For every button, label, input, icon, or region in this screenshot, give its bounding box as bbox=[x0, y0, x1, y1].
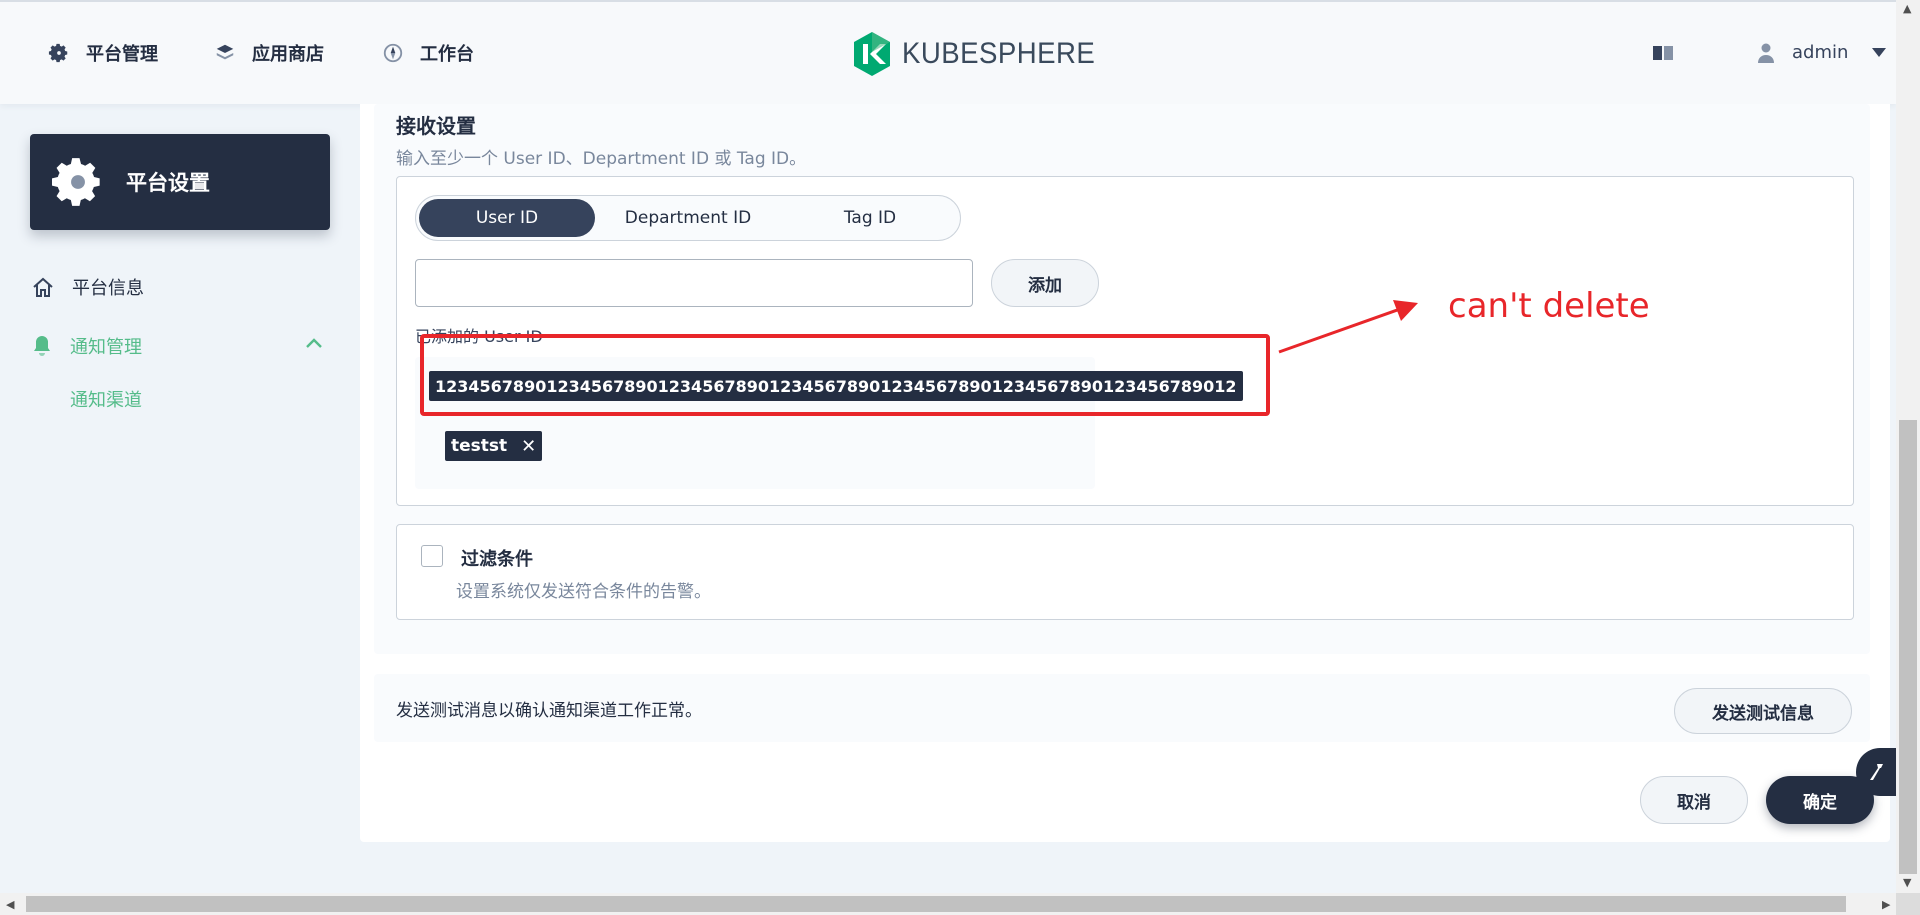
nav-label: 工作台 bbox=[420, 44, 474, 65]
scrollbar-corner bbox=[1896, 893, 1920, 915]
section-title: 接收设置 bbox=[396, 114, 476, 138]
nav-app-store[interactable]: 应用商店 bbox=[214, 40, 324, 66]
added-user-id-label: 已添加的 User ID bbox=[415, 327, 543, 346]
nav-label: 应用商店 bbox=[252, 44, 324, 65]
test-message-text: 发送测试消息以确认通知渠道工作正常。 bbox=[396, 701, 702, 721]
kubesphere-logo[interactable]: KUBESPHERE bbox=[852, 32, 1112, 76]
filter-title: 过滤条件 bbox=[461, 549, 533, 570]
nav-platform-management[interactable]: 平台管理 bbox=[48, 40, 158, 66]
receiver-settings-box: User ID Department ID Tag ID 添加 已添加的 Use… bbox=[396, 176, 1854, 506]
sidebar-item-label: 通知管理 bbox=[70, 337, 142, 358]
toolbox-hammer-icon[interactable] bbox=[1856, 748, 1896, 796]
sidebar-item-platform-info[interactable]: 平台信息 bbox=[32, 274, 144, 300]
sidebar-item-label: 平台信息 bbox=[72, 278, 144, 299]
nav-workbench[interactable]: 工作台 bbox=[382, 40, 474, 66]
user-icon bbox=[1758, 43, 1774, 63]
top-navigation: 平台管理 应用商店 工作台 KUBESPHERE admin bbox=[0, 0, 1896, 104]
annotation-text: can't delete bbox=[1448, 286, 1650, 326]
tag-item: testst ✕ bbox=[445, 431, 543, 461]
scroll-down-arrow-icon[interactable]: ▼ bbox=[1903, 876, 1911, 889]
added-tags-area: 1234567890123456789012345678901234567890… bbox=[415, 357, 1243, 489]
compass-icon bbox=[383, 43, 403, 63]
user-menu[interactable]: admin bbox=[1758, 42, 1887, 63]
documentation-icon[interactable] bbox=[1652, 44, 1674, 66]
vertical-scrollbar-thumb[interactable] bbox=[1899, 420, 1917, 874]
tag-label: 1234567890123456789012345678901234567890… bbox=[435, 376, 1235, 396]
cancel-button[interactable]: 取消 bbox=[1640, 776, 1748, 824]
tab-department-id[interactable]: Department ID bbox=[600, 199, 776, 237]
sidebar-subitem-notification-channel[interactable]: 通知渠道 bbox=[70, 386, 142, 412]
tag-label: testst bbox=[451, 436, 508, 456]
chevron-down-icon bbox=[1872, 48, 1887, 57]
sidebar-card-title: 平台设置 bbox=[126, 171, 210, 195]
test-message-bar: 发送测试消息以确认通知渠道工作正常。 发送测试信息 bbox=[374, 674, 1870, 742]
scroll-up-arrow-icon[interactable]: ▲ bbox=[1903, 2, 1911, 15]
user-name: admin bbox=[1792, 42, 1849, 63]
chevron-up-icon[interactable] bbox=[306, 338, 322, 348]
logo-text: KUBESPHERE bbox=[902, 37, 1096, 70]
gear-icon bbox=[48, 43, 68, 63]
bell-icon bbox=[34, 336, 50, 356]
close-icon[interactable]: ✕ bbox=[521, 436, 536, 457]
scroll-left-arrow-icon[interactable]: ◀ bbox=[6, 898, 14, 911]
tag-item: 1234567890123456789012345678901234567890… bbox=[429, 371, 1243, 401]
scroll-right-arrow-icon[interactable]: ▶ bbox=[1882, 898, 1890, 911]
gear-icon bbox=[52, 158, 100, 206]
section-description: 输入至少一个 User ID、Department ID 或 Tag ID。 bbox=[396, 149, 807, 169]
filter-description: 设置系统仅发送符合条件的告警。 bbox=[456, 582, 711, 602]
send-test-button[interactable]: 发送测试信息 bbox=[1674, 688, 1852, 734]
tab-user-id[interactable]: User ID bbox=[419, 199, 595, 237]
filter-checkbox[interactable] bbox=[421, 545, 443, 567]
layers-icon bbox=[216, 44, 234, 60]
horizontal-scrollbar-thumb[interactable] bbox=[26, 896, 1846, 912]
filter-conditions-box: 过滤条件 设置系统仅发送符合条件的告警。 bbox=[396, 524, 1854, 620]
user-id-input[interactable] bbox=[415, 259, 973, 307]
sidebar-item-notification-management[interactable]: 通知管理 bbox=[32, 333, 142, 359]
kubesphere-logo-icon bbox=[854, 32, 890, 76]
annotation-arrow-icon bbox=[1278, 300, 1418, 354]
nav-label: 平台管理 bbox=[86, 44, 158, 65]
main-panel: 接收设置 输入至少一个 User ID、Department ID 或 Tag … bbox=[360, 104, 1890, 842]
add-button[interactable]: 添加 bbox=[991, 259, 1099, 307]
id-type-tabs: User ID Department ID Tag ID bbox=[415, 195, 961, 241]
home-icon bbox=[33, 277, 53, 297]
platform-settings-card: 平台设置 bbox=[30, 134, 330, 230]
tab-tag-id[interactable]: Tag ID bbox=[782, 199, 958, 237]
